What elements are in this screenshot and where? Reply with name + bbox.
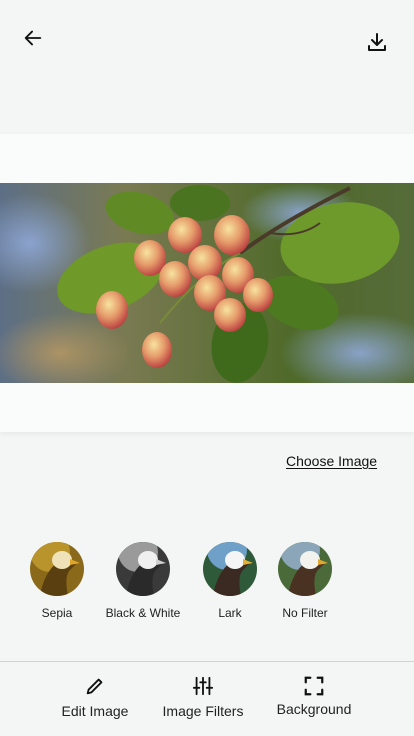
filter-label: Black & White — [105, 606, 181, 620]
filter-label: Lark — [218, 606, 242, 620]
photo-preview — [0, 183, 414, 383]
tab-label: Background — [276, 701, 352, 717]
pencil-icon — [86, 678, 103, 695]
image-preview-card — [0, 134, 414, 432]
tab-edit-image[interactable]: Edit Image — [58, 675, 132, 719]
filter-black-white[interactable]: Black & White — [98, 542, 188, 620]
download-icon — [368, 33, 386, 51]
tab-image-filters[interactable]: Image Filters — [158, 675, 248, 719]
expand-icon — [304, 676, 324, 696]
lark-thumbnail — [203, 542, 257, 596]
back-button[interactable] — [19, 24, 47, 52]
filter-label: Sepia — [41, 606, 73, 620]
arrow-left-icon — [24, 30, 42, 46]
bottom-toolbar: Edit Image Image Filters Background — [0, 661, 414, 736]
filter-sepia[interactable]: Sepia — [12, 542, 102, 620]
sliders-icon — [192, 676, 214, 696]
tab-label: Edit Image — [61, 703, 129, 719]
download-button[interactable] — [363, 28, 391, 56]
filter-no-filter[interactable]: No Filter — [260, 542, 350, 620]
choose-image-link[interactable]: Choose Image — [286, 453, 377, 469]
sepia-thumbnail — [30, 542, 84, 596]
bw-thumbnail — [116, 542, 170, 596]
nofilter-thumbnail — [278, 542, 332, 596]
filter-label: No Filter — [282, 606, 328, 620]
tab-background[interactable]: Background — [272, 675, 356, 717]
tab-label: Image Filters — [162, 703, 244, 719]
